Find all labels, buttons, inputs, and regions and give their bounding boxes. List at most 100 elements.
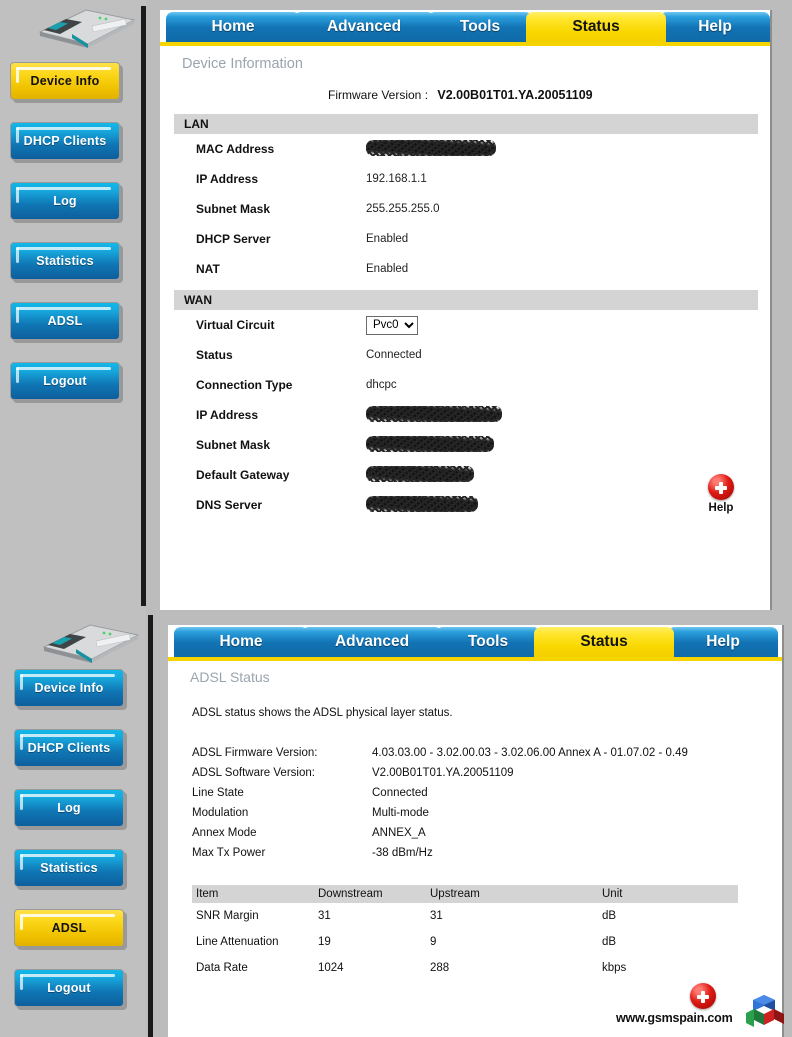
button-gloss (16, 367, 111, 370)
button-gloss-left (16, 307, 19, 323)
sidebar-item-label: ADSL (47, 314, 83, 328)
button-gloss-left (16, 127, 19, 143)
row-dhcp-server: DHCP Server Enabled (160, 224, 770, 254)
sidebar-item-label: Device Info (34, 681, 104, 695)
adsl-row-key: Modulation (192, 807, 249, 819)
device-info-body: Device Information Firmware Version : V2… (160, 46, 770, 520)
watermark-text: www.gsmspain.com (616, 1011, 733, 1025)
row-virtual-circuit: Virtual Circuit Pvc0 (160, 310, 770, 340)
wan-row-key: IP Address (196, 408, 259, 422)
adsl-status-panel: Device Info DHCP Clients Log Statistics ADSL… (0, 615, 792, 1037)
lan-row-key: Subnet Mask (196, 202, 271, 216)
wan-row-key: DNS Server (196, 498, 263, 512)
sidebar-item-device-info[interactable]: Device Info (10, 62, 120, 100)
sidebar-item-statistics[interactable]: Statistics (10, 242, 120, 280)
sidebar-item-device-info-2[interactable]: Device Info (14, 669, 124, 707)
tab-advanced-2[interactable]: Advanced (302, 627, 442, 657)
sidebar-item-dhcp-clients[interactable]: DHCP Clients (10, 122, 120, 160)
button-gloss (16, 187, 111, 190)
wan-row-value (366, 495, 478, 515)
wan-row-value: Connected (366, 349, 422, 361)
table-row: SNR Margin 31 31 dB (192, 903, 738, 929)
button-gloss (16, 127, 111, 130)
tab-help-2[interactable]: Help (668, 627, 778, 657)
tab-tools-2[interactable]: Tools (436, 627, 540, 657)
sidebar-item-label: Logout (43, 374, 87, 388)
adsl-row-annex-mode: Annex Mode ANNEX_A (192, 823, 782, 843)
adsl-row-key: Line State (192, 787, 244, 799)
tab-help[interactable]: Help (660, 12, 770, 42)
tab-advanced[interactable]: Advanced (294, 12, 434, 42)
sidebar-top: Device Info DHCP Clients Log Statistics ADSL… (0, 0, 146, 615)
tab-label: Tools (459, 18, 501, 35)
sidebar-item-label: Device Info (30, 74, 100, 88)
adsl-row-line-state: Line State Connected (192, 783, 782, 803)
adsl-intro-text: ADSL status shows the ADSL physical laye… (192, 707, 453, 719)
adsl-stats-table: Item Downstream Upstream Unit SNR Margin 31 3… (192, 885, 738, 981)
table-cell: kbps (602, 962, 627, 974)
tab-tools[interactable]: Tools (428, 12, 532, 42)
table-col-downstream: Downstream (314, 885, 426, 903)
help-corner-top[interactable]: Help (694, 474, 748, 514)
wan-row-key: Subnet Mask (196, 438, 271, 452)
firmware-version-value: V2.00B01T01.YA.20051109 (437, 88, 593, 102)
sidebar-item-log[interactable]: Log (10, 182, 120, 220)
wan-row-key: Status (196, 348, 233, 362)
button-gloss-left (16, 367, 19, 383)
lan-rows: MAC Address IP Address 192.168.1.1 Subnet M… (160, 134, 770, 284)
virtual-circuit-select[interactable]: Pvc0 (366, 315, 418, 335)
tab-label: Tools (467, 633, 509, 650)
router-illustration-svg (38, 9, 136, 48)
table-cell: 19 (318, 936, 331, 948)
lan-row-key: MAC Address (196, 142, 275, 156)
sidebar-item-adsl[interactable]: ADSL (10, 302, 120, 340)
firmware-version-line: Firmware Version : V2.00B01T01.YA.200511… (160, 88, 770, 102)
table-cell: Data Rate (196, 962, 248, 974)
router-product-image (26, 6, 138, 50)
table-cell: 31 (318, 910, 331, 922)
redacted-value (366, 139, 496, 156)
nav-tabbar-top: Home Advanced Tools Status Help (160, 10, 770, 46)
page-title: Device Information (182, 56, 303, 72)
redacted-value (366, 435, 494, 452)
section-header-wan: WAN (174, 290, 758, 310)
table-cell: 288 (430, 962, 450, 974)
tab-label: Advanced (334, 633, 410, 650)
row-ip-address: IP Address (160, 400, 770, 430)
button-gloss (16, 67, 111, 70)
sidebar-item-dhcp-clients-2[interactable]: DHCP Clients (14, 729, 124, 767)
tab-status[interactable]: Status (526, 12, 666, 42)
sidebar-item-label: DHCP Clients (23, 134, 107, 148)
button-gloss (20, 854, 115, 857)
sidebar-item-label: Log (53, 194, 77, 208)
row-subnet-mask: Subnet Mask (160, 430, 770, 460)
help-plus-icon[interactable] (708, 474, 734, 500)
sidebar-item-statistics-2[interactable]: Statistics (14, 849, 124, 887)
sidebar-item-logout[interactable]: Logout (10, 362, 120, 400)
button-gloss (20, 974, 115, 977)
tab-label: Help (706, 633, 740, 650)
button-gloss-left (16, 187, 19, 203)
sidebar-item-label: Statistics (40, 861, 98, 875)
row-subnet-mask: Subnet Mask 255.255.255.0 (160, 194, 770, 224)
tab-label: Status (572, 18, 620, 35)
button-gloss (16, 247, 111, 250)
lan-row-value: Enabled (366, 263, 409, 275)
adsl-row-value: -38 dBm/Hz (372, 847, 433, 859)
router-product-image-2 (30, 621, 142, 665)
button-gloss-left (20, 914, 23, 930)
sidebar-item-logout-2[interactable]: Logout (14, 969, 124, 1007)
tab-home-2[interactable]: Home (174, 627, 308, 657)
sidebar-item-log-2[interactable]: Log (14, 789, 124, 827)
redacted-value (366, 495, 478, 512)
sidebar-item-label: DHCP Clients (27, 741, 111, 755)
sidebar-item-adsl-2[interactable]: ADSL (14, 909, 124, 947)
button-gloss-left (16, 247, 19, 263)
firmware-version-label: Firmware Version : (328, 88, 429, 102)
row-ip-address: IP Address 192.168.1.1 (160, 164, 770, 194)
table-body: SNR Margin 31 31 dB Line Attenuation 19 9 dB Dat… (192, 903, 738, 981)
redacted-value (366, 465, 474, 482)
tab-home[interactable]: Home (166, 12, 300, 42)
tab-status-2[interactable]: Status (534, 627, 674, 657)
adsl-row-value: Connected (372, 787, 428, 799)
